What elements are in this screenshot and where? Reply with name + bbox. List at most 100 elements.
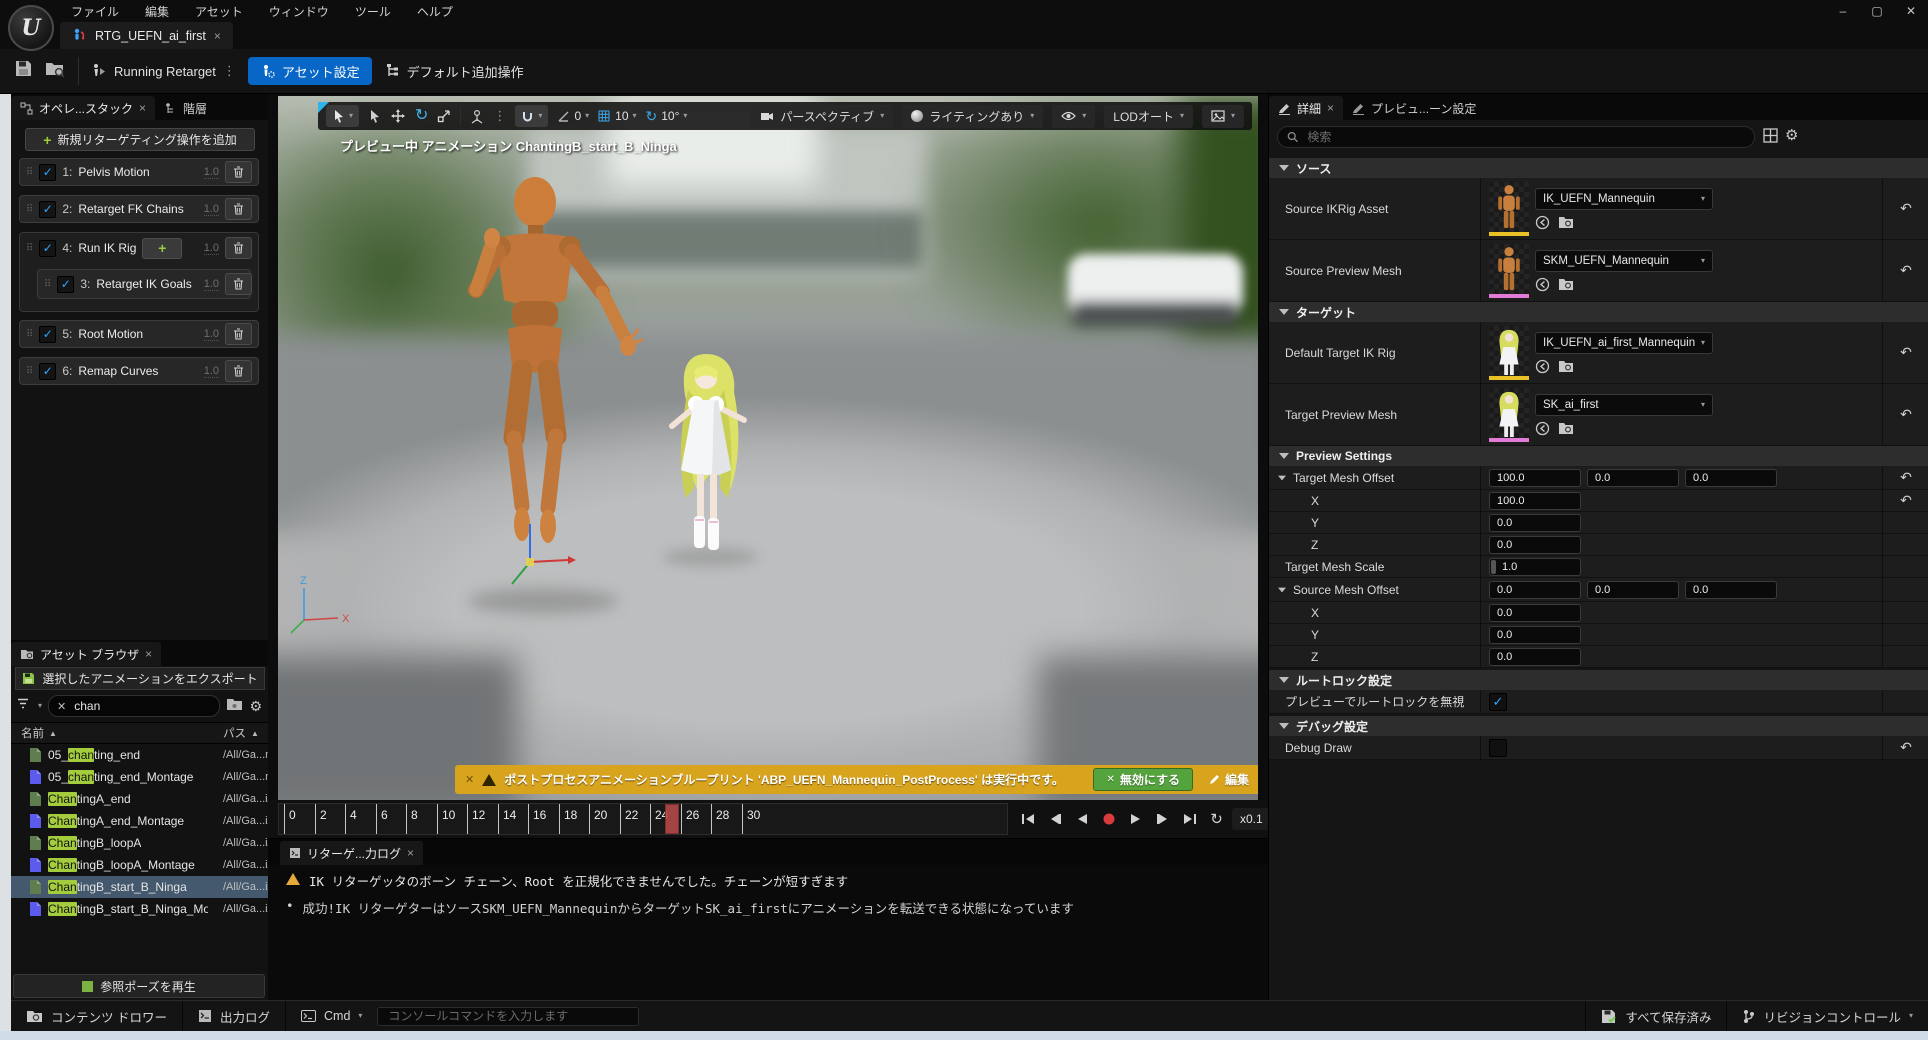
column-name[interactable]: 名前: [11, 725, 44, 741]
offset-y-field[interactable]: 0.0: [1587, 469, 1679, 487]
disable-postprocess-button[interactable]: ✕ 無効にする: [1093, 768, 1193, 791]
loop-button[interactable]: ↻: [1205, 808, 1228, 831]
tab-hierarchy[interactable]: 階層: [155, 96, 216, 120]
reset-property-button[interactable]: ↶: [1882, 490, 1928, 511]
window-maximize-button[interactable]: ▢: [1860, 0, 1894, 22]
section-collapse-icon[interactable]: [1279, 723, 1289, 729]
lighting-mode-dropdown[interactable]: ライティングあり▾: [902, 105, 1043, 128]
rotate-tool-icon[interactable]: ↻: [415, 108, 428, 124]
scale-field[interactable]: 1.0: [1489, 558, 1581, 576]
op-row-retarget-fk-chains[interactable]: ⠿ ✓ 2: Retarget FK Chains 1.0: [19, 195, 259, 223]
op-weight[interactable]: 1.0: [204, 203, 219, 216]
reset-property-button[interactable]: ↶: [1882, 384, 1928, 445]
z-value-field[interactable]: 0.0: [1489, 536, 1581, 554]
op-row-pelvis-motion[interactable]: ⠿ ✓ 1: Pelvis Motion 1.0: [19, 158, 259, 186]
op-checkbox[interactable]: ✓: [39, 326, 56, 343]
asset-row[interactable]: ChantingA_end_Montage /All/Ga...i/anim/: [11, 810, 268, 832]
clear-search-icon[interactable]: ✕: [57, 700, 66, 713]
to-end-button[interactable]: [1178, 808, 1201, 831]
source-mesh-dropdown[interactable]: SKM_UEFN_Mannequin ▾: [1535, 250, 1713, 272]
use-selected-icon[interactable]: [1535, 277, 1550, 292]
timeline-ruler[interactable]: 0 2 4 6 8 10 12 14 16 18 20 22 24 26 28 …: [278, 803, 1008, 835]
target-mesh-dropdown[interactable]: SK_ai_first ▾: [1535, 394, 1713, 416]
browse-asset-icon[interactable]: [1558, 277, 1574, 291]
section-root-lock[interactable]: ルートロック設定: [1269, 670, 1928, 690]
menu-file[interactable]: ファイル: [58, 0, 132, 22]
op-weight[interactable]: 1.0: [204, 242, 219, 255]
section-collapse-icon[interactable]: [1279, 309, 1289, 315]
tab-preview-scene-settings[interactable]: プレビュ...ーン設定: [1343, 96, 1485, 120]
asset-row[interactable]: ChantingB_loopA_Montage /All/Ga...i/anim…: [11, 854, 268, 876]
op-weight[interactable]: 1.0: [204, 278, 219, 291]
rotation-snap-control[interactable]: ↻ 10°▾: [646, 109, 688, 123]
cmd-dropdown[interactable]: Cmd ▾: [286, 1001, 377, 1031]
drag-handle-icon[interactable]: ⠿: [26, 167, 33, 178]
step-back-button[interactable]: [1043, 808, 1066, 831]
menu-asset[interactable]: アセット: [182, 0, 256, 22]
use-selected-icon[interactable]: [1535, 215, 1550, 230]
drag-handle-icon[interactable]: ⠿: [26, 204, 33, 215]
tab-details[interactable]: 詳細 ×: [1269, 96, 1343, 120]
tab-close-icon[interactable]: ×: [214, 29, 221, 43]
add-ik-op-button[interactable]: +: [142, 238, 182, 259]
z-value-field[interactable]: 0.0: [1489, 648, 1581, 666]
lod-dropdown[interactable]: LODオート▾: [1104, 105, 1193, 128]
asset-browser-tab-close-icon[interactable]: ×: [145, 647, 152, 661]
tab-op-stack[interactable]: オペレ...スタック ×: [11, 96, 155, 120]
running-retarget-menu-icon[interactable]: ⋮: [223, 63, 236, 79]
details-search-box[interactable]: [1277, 126, 1755, 148]
edit-postprocess-button[interactable]: 編集: [1201, 771, 1257, 788]
transform-gizmo[interactable]: [500, 516, 580, 596]
reset-property-button[interactable]: ↶: [1882, 466, 1928, 489]
content-drawer-button[interactable]: コンテンツ ドロワー: [11, 1001, 182, 1031]
y-value-field[interactable]: 0.0: [1489, 514, 1581, 532]
tab-asset-browser[interactable]: アセット ブラウザ ×: [11, 642, 161, 666]
running-retarget-button[interactable]: Running Retarget ⋮: [91, 63, 236, 79]
asset-row[interactable]: ChantingB_start_B_Ninga_Mor /All/Ga...i/…: [11, 898, 268, 920]
viewport-more-icon[interactable]: ⋮: [493, 108, 506, 124]
drag-handle-icon[interactable]: ⠿: [26, 366, 33, 377]
column-settings-icon[interactable]: [1763, 128, 1778, 148]
drag-handle-icon[interactable]: ⠿: [26, 329, 33, 340]
browse-asset-icon[interactable]: [1558, 421, 1574, 435]
x-value-field[interactable]: 100.0: [1489, 492, 1581, 510]
op-checkbox[interactable]: ✓: [39, 164, 56, 181]
step-forward-button[interactable]: [1151, 808, 1174, 831]
filter-icon[interactable]: [17, 697, 32, 715]
drag-handle-icon[interactable]: ⠿: [44, 279, 51, 290]
save-button[interactable]: [14, 59, 33, 83]
tab-rtg-uefn-ai-first[interactable]: RTG_UEFN_ai_first ×: [60, 22, 233, 49]
delete-op-button[interactable]: [225, 198, 252, 220]
offset-z-field[interactable]: 0.0: [1685, 581, 1777, 599]
scale-tool-icon[interactable]: [437, 109, 451, 123]
details-tab-close-icon[interactable]: ×: [1327, 101, 1334, 115]
browse-asset-icon[interactable]: [1558, 215, 1574, 229]
move-tool-icon[interactable]: [390, 108, 406, 124]
menu-help[interactable]: ヘルプ: [404, 0, 466, 22]
details-gear-icon[interactable]: ⚙: [1785, 126, 1798, 144]
window-minimize-button[interactable]: –: [1826, 0, 1860, 22]
reset-property-button[interactable]: ↶: [1882, 322, 1928, 383]
perspective-dropdown[interactable]: パースペクティブ▾: [751, 105, 893, 128]
op-weight[interactable]: 1.0: [204, 328, 219, 341]
asset-row[interactable]: 05_chanting_end /All/Ga...nim/05_: [11, 744, 268, 766]
delete-op-button[interactable]: [225, 323, 252, 345]
play-reverse-button[interactable]: [1070, 808, 1093, 831]
asset-search-input[interactable]: [72, 698, 211, 714]
offset-y-field[interactable]: 0.0: [1587, 581, 1679, 599]
filter-chevron-icon[interactable]: ▾: [38, 702, 42, 710]
op-row-root-motion[interactable]: ⠿ ✓ 5: Root Motion 1.0: [19, 320, 259, 348]
delete-op-button[interactable]: [225, 273, 252, 295]
console-command-input[interactable]: [386, 1008, 630, 1024]
op-stack-tab-close-icon[interactable]: ×: [139, 101, 146, 115]
asset-list-header[interactable]: 名前 ▲ パス ▲: [11, 722, 268, 744]
default-chain-ops-button[interactable]: デフォルト追加操作: [384, 62, 524, 81]
section-source[interactable]: ソース: [1269, 158, 1928, 178]
record-button[interactable]: [1097, 808, 1120, 831]
op-checkbox[interactable]: ✓: [39, 240, 56, 257]
grid-snap-control[interactable]: 10▾: [598, 109, 636, 123]
transform-mode-dropdown[interactable]: ▾: [326, 105, 359, 127]
play-button[interactable]: [1124, 808, 1147, 831]
dismiss-warning-icon[interactable]: ✕: [465, 773, 474, 786]
menu-tools[interactable]: ツール: [342, 0, 404, 22]
